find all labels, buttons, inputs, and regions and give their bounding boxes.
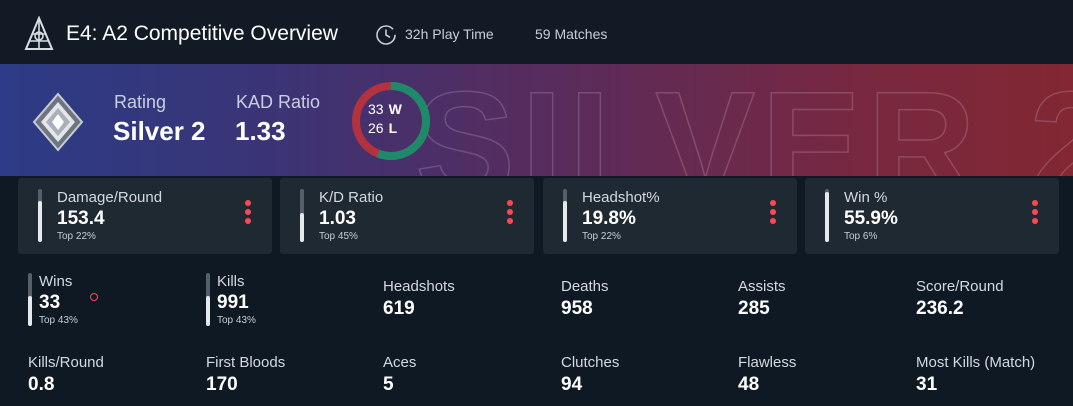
card-value: 55.9% [844, 208, 898, 229]
stat-aces: Aces 5 [383, 354, 416, 396]
kad-ratio-value: 1.33 [235, 116, 286, 146]
stat-label: Deaths [561, 278, 609, 295]
play-time: 32h Play Time [405, 26, 494, 42]
percentile-bar [563, 189, 567, 242]
stat-label: Aces [383, 354, 417, 371]
card-rank: Top 22% [582, 231, 621, 242]
rank-banner: SILVER 2 Rating Silver 2 KAD Ratio 1.33 … [0, 64, 1073, 176]
stat-value: 94 [561, 374, 583, 395]
clock-icon [376, 25, 396, 45]
stat-label: Score/Round [916, 278, 1004, 295]
stat-label: Assists [738, 278, 786, 295]
stat-value: 236.2 [916, 298, 964, 319]
card-rank: Top 6% [844, 231, 878, 242]
card-label: K/D Ratio [319, 189, 384, 206]
card-rank: Top 22% [57, 231, 96, 242]
stat-card-damage-round: Damage/Round 153.4 Top 22% [18, 178, 272, 254]
stat-rank: Top 43% [217, 315, 256, 326]
stat-value: 991 [217, 292, 249, 313]
svg-text:SILVER 2: SILVER 2 [415, 64, 1073, 176]
stat-kills: Kills 991 Top 43% [206, 273, 326, 333]
stat-value: 33 [39, 292, 61, 313]
losses-count: 26 L [368, 120, 398, 136]
stat-value: 285 [738, 298, 770, 319]
stat-label: Flawless [738, 354, 797, 371]
stat-value: 619 [383, 298, 415, 319]
stat-wins: Wins 33 Top 43% [28, 273, 148, 333]
stat-assists: Assists 285 [738, 278, 786, 320]
stat-value: 31 [916, 374, 938, 395]
stat-value: 48 [738, 374, 760, 395]
stat-most-kills: Most Kills (Match) 31 [916, 354, 1035, 396]
percentile-bar [300, 189, 304, 242]
card-value: 19.8% [582, 208, 636, 229]
stat-value: 5 [383, 374, 394, 395]
stat-score-round: Score/Round 236.2 [916, 278, 1004, 320]
card-value: 153.4 [57, 208, 105, 229]
percentile-bar [38, 189, 42, 242]
page-title: E4: A2 Competitive Overview [66, 22, 338, 45]
rating-label: Rating [114, 92, 167, 112]
stat-first-bloods: First Bloods 170 [206, 354, 285, 396]
indicator-dot-icon [90, 293, 98, 301]
page-header: E4: A2 Competitive Overview 32h Play Tim… [0, 0, 1073, 64]
more-options-icon[interactable] [506, 200, 514, 228]
more-options-icon[interactable] [769, 200, 777, 228]
stat-clutches: Clutches 94 [561, 354, 619, 396]
card-label: Headshot% [582, 189, 660, 206]
stat-label: Wins [39, 273, 73, 290]
silver-rank-icon [32, 92, 84, 152]
stat-label: First Bloods [206, 354, 286, 371]
percentile-bar [206, 273, 210, 326]
stat-deaths: Deaths 958 [561, 278, 609, 320]
more-options-icon[interactable] [244, 200, 252, 228]
card-label: Win % [844, 189, 888, 206]
stat-label: Kills [217, 273, 245, 290]
kad-ratio-label: KAD Ratio [236, 92, 321, 112]
stat-kills-round: Kills/Round 0.8 [28, 354, 104, 396]
stat-card-kd-ratio: K/D Ratio 1.03 Top 45% [280, 178, 534, 254]
wins-count: 33 W [368, 101, 402, 117]
stat-value: 170 [206, 374, 238, 395]
stat-flawless: Flawless 48 [738, 354, 796, 396]
percentile-bar [825, 189, 829, 242]
stat-value: 958 [561, 298, 593, 319]
card-label: Damage/Round [57, 189, 163, 206]
rating-value: Silver 2 [113, 116, 206, 146]
card-rank: Top 45% [319, 231, 358, 242]
stat-label: Most Kills (Match) [916, 354, 1036, 371]
card-value: 1.03 [319, 208, 356, 229]
stat-label: Clutches [561, 354, 620, 371]
matches-count: 59 Matches [535, 26, 608, 42]
game-logo-icon [24, 16, 54, 50]
stat-card-win-percent: Win % 55.9% Top 6% [805, 178, 1059, 254]
more-options-icon[interactable] [1031, 200, 1039, 228]
stat-value: 0.8 [28, 374, 55, 395]
stat-rank: Top 43% [39, 315, 78, 326]
percentile-bar [28, 273, 32, 326]
stat-label: Kills/Round [28, 354, 104, 371]
stat-card-headshot: Headshot% 19.8% Top 22% [543, 178, 797, 254]
stat-label: Headshots [383, 278, 455, 295]
stat-headshots: Headshots 619 [383, 278, 455, 320]
